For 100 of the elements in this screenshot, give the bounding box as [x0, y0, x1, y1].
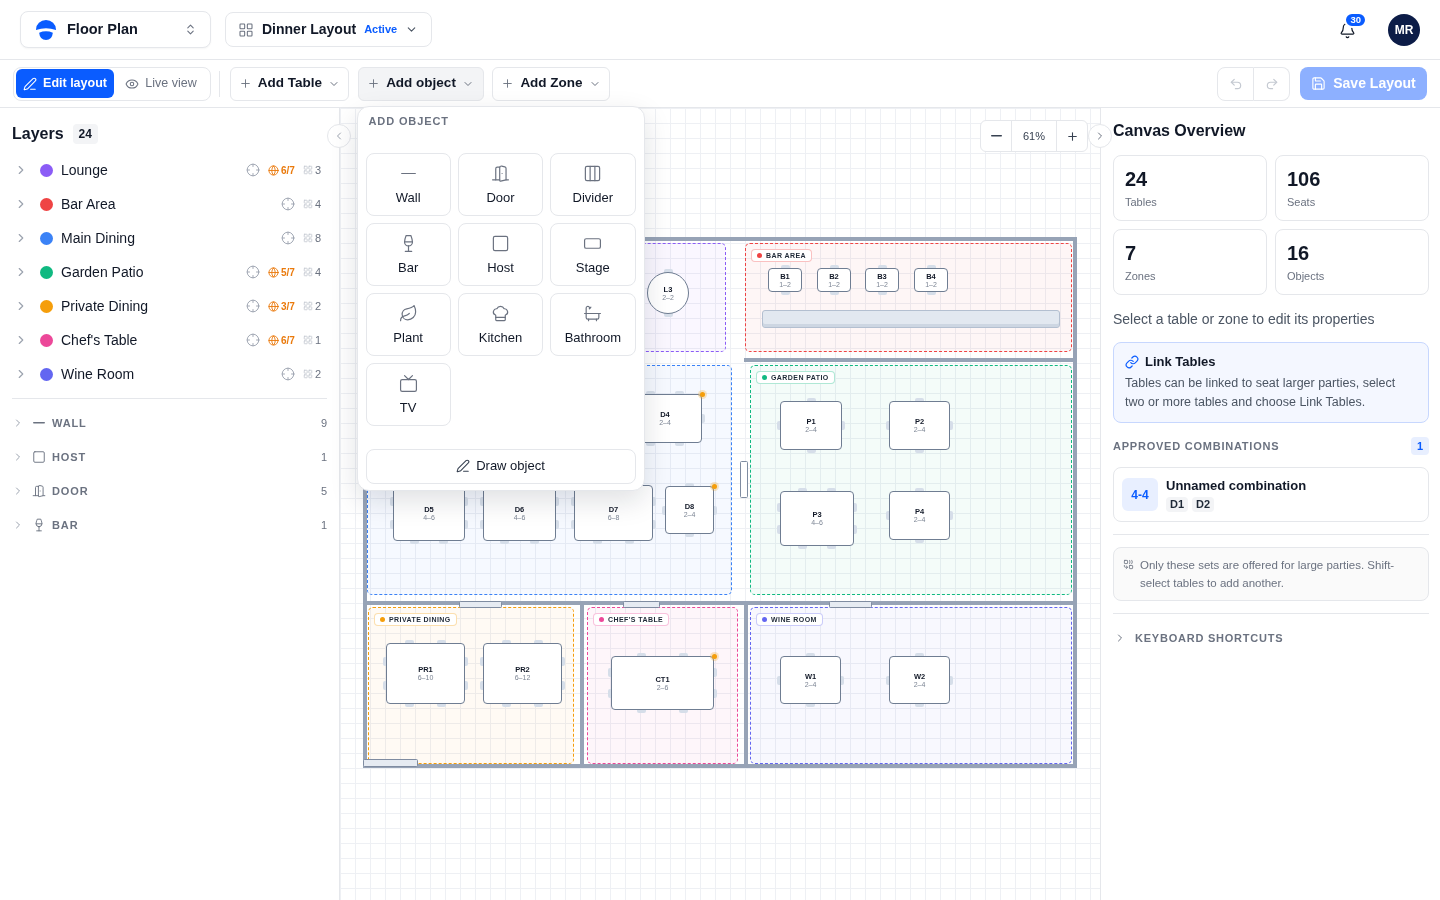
group-label[interactable]: HOST: [52, 448, 87, 466]
hint-text: Select a table or zone to edit its properties: [1113, 310, 1376, 328]
object-tile[interactable]: Plant: [365, 292, 451, 356]
object-tile[interactable]: Bathroom: [550, 292, 636, 356]
pen-icon: [23, 76, 38, 91]
square-icon: [32, 450, 46, 464]
minus-icon: [400, 172, 416, 175]
notifications-button[interactable]: 30: [1339, 12, 1367, 39]
pen-icon: [456, 459, 471, 473]
minus-icon: [33, 422, 45, 424]
globe-icon: [267, 300, 279, 312]
group-count: 1: [320, 449, 327, 465]
object-tile[interactable]: Bar: [365, 222, 451, 286]
table-count: 3: [314, 162, 321, 178]
grid-icon: [302, 199, 313, 209]
plus-icon: [501, 77, 515, 90]
save-icon: [1311, 76, 1327, 91]
undo-icon: [1228, 76, 1243, 91]
table-count: 2: [314, 366, 321, 382]
object-tile[interactable]: TV: [365, 362, 451, 426]
panel-title: Canvas Overview: [1113, 121, 1247, 141]
table-count: 2: [314, 298, 321, 314]
object-tile[interactable]: Divider: [550, 152, 636, 216]
table-count: 1: [314, 332, 321, 348]
grid-icon: [302, 335, 313, 345]
crosshair-icon[interactable]: [280, 231, 295, 245]
layout-selector[interactable]: Dinner Layout Active: [225, 12, 432, 47]
grid-icon: [302, 369, 313, 379]
grid-icon: [302, 301, 313, 311]
wine-glass-icon: [32, 518, 46, 532]
stat-label: Objects: [1287, 269, 1326, 283]
group-label[interactable]: WALL: [52, 414, 87, 432]
section-title: APPROVED COMBINATIONS: [1113, 438, 1280, 454]
object-tile[interactable]: Door: [457, 152, 544, 216]
panel-title: Layers: [12, 124, 64, 144]
table-chip: D2: [1192, 497, 1215, 512]
object-tile[interactable]: Stage: [550, 222, 636, 286]
grid-icon: [302, 165, 313, 175]
bell-icon: [1339, 22, 1356, 39]
tv-icon: [398, 373, 418, 393]
stat-label: Tables: [1125, 195, 1158, 209]
crosshair-icon[interactable]: [245, 299, 260, 313]
add-menu-button[interactable]: Add object: [357, 66, 484, 101]
redo-icon: [1264, 76, 1279, 91]
menu-title: ADD OBJECT: [368, 113, 450, 128]
table-count: 4: [314, 196, 321, 212]
globe-icon: [267, 164, 279, 176]
stat-label: Seats: [1287, 195, 1317, 209]
crosshair-icon[interactable]: [245, 163, 260, 177]
square-icon: [491, 233, 510, 253]
columns-icon: [583, 163, 603, 183]
stat-value: 106: [1287, 167, 1322, 191]
grid-icon: [302, 233, 313, 243]
combination-name: Unnamed combination: [1166, 477, 1307, 494]
door-icon: [491, 163, 510, 183]
stat-value: 24: [1125, 167, 1149, 191]
globe-icon: [267, 266, 279, 278]
user-avatar[interactable]: MR: [1388, 13, 1420, 46]
tip-title: Link Tables: [1145, 353, 1216, 371]
group-label[interactable]: BAR: [52, 516, 79, 534]
combination-card[interactable]: 4-4 Unnamed combination D1 D2: [1113, 467, 1429, 522]
capacity-text: 6/7: [280, 163, 295, 178]
section-title[interactable]: KEYBOARD SHORTCUTS: [1135, 630, 1284, 647]
capacity-text: 5/7: [280, 265, 295, 280]
group-count: 1: [320, 517, 327, 533]
capacity-text: 3/7: [280, 299, 295, 314]
object-tile[interactable]: Wall: [365, 152, 451, 216]
group-label[interactable]: DOOR: [52, 482, 89, 500]
note-text: Only these sets are offered for large parties. Shift-select tables to add another.: [1140, 558, 1396, 591]
capacity-text: 6/7: [280, 333, 295, 348]
add-menu-button[interactable]: Add Zone: [492, 66, 610, 101]
grid-icon: [302, 267, 313, 277]
stat-value: 16: [1287, 241, 1311, 265]
layer-name[interactable]: Main Dining: [61, 227, 135, 249]
crosshair-icon[interactable]: [280, 197, 295, 211]
table-chip: D1: [1166, 497, 1189, 512]
workspace-selector[interactable]: Floor Plan: [20, 11, 211, 48]
table-count: 4: [314, 264, 321, 280]
combination-count: 1: [1410, 437, 1429, 455]
crosshair-icon[interactable]: [245, 265, 260, 279]
layer-name[interactable]: Lounge: [61, 159, 108, 181]
add-menu-button[interactable]: Add Table: [230, 66, 349, 101]
group-count: 9: [320, 415, 327, 431]
object-tile[interactable]: Host: [457, 222, 544, 286]
crosshair-icon[interactable]: [280, 367, 295, 381]
status-label: Active: [364, 22, 398, 38]
layer-name[interactable]: Private Dining: [61, 295, 149, 317]
mode-tab[interactable]: Edit layout: [16, 69, 114, 98]
logo-icon: [36, 19, 56, 40]
layer-name[interactable]: Bar Area: [61, 193, 116, 215]
layer-name[interactable]: Garden Patio: [61, 261, 144, 283]
plus-icon: [367, 77, 381, 90]
draw-object-button[interactable]: Draw object: [365, 448, 636, 484]
combine-icon: [1123, 559, 1134, 570]
layer-count: 24: [72, 124, 98, 144]
object-tile[interactable]: Kitchen: [457, 292, 544, 356]
chevrons-up-down-icon: [184, 23, 197, 36]
layer-name[interactable]: Chef's Table: [61, 329, 138, 351]
layer-name[interactable]: Wine Room: [61, 363, 135, 385]
crosshair-icon[interactable]: [245, 333, 260, 347]
